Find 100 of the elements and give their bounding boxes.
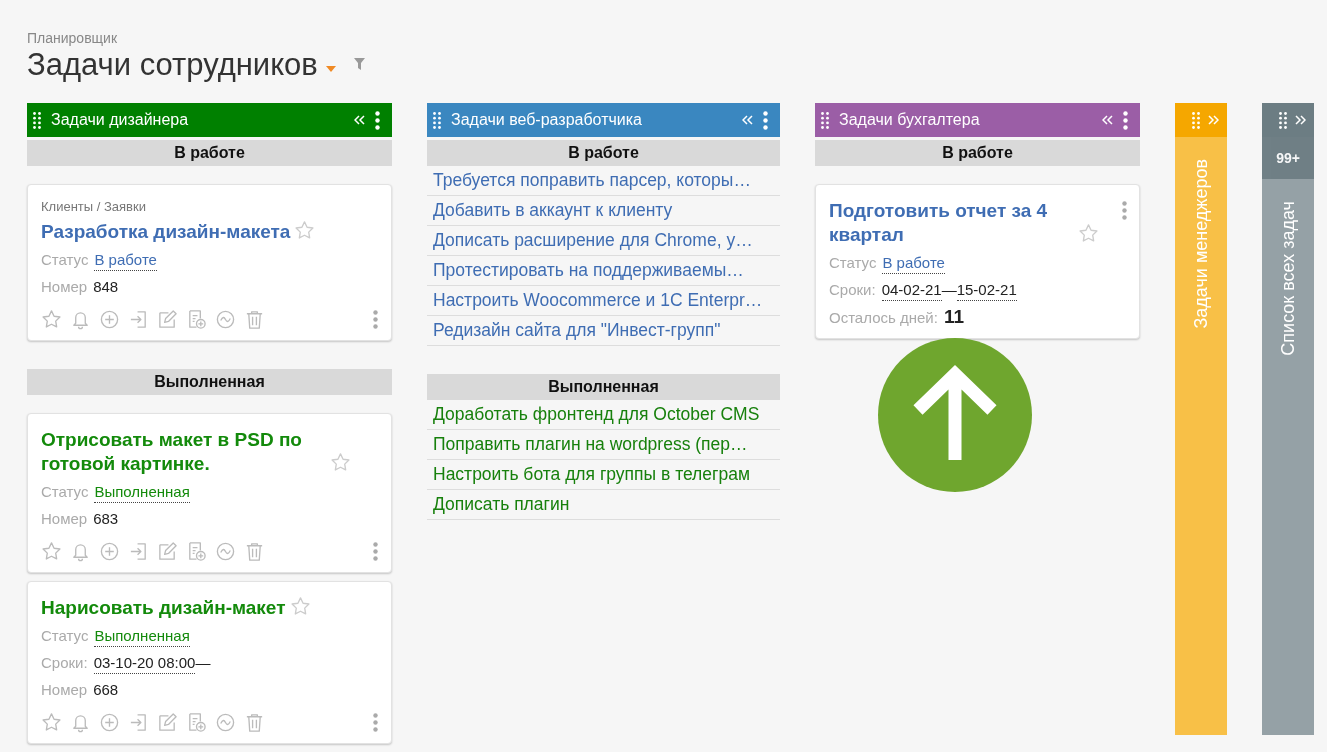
breadcrumb-text: Клиенты / Заявки bbox=[41, 199, 147, 214]
column-title: Список всех задач bbox=[1277, 201, 1299, 356]
page-title: Задачи сотрудников bbox=[27, 47, 318, 83]
task-card[interactable]: Отрисовать макет в PSD по готовой картинке. Статус Выполненная Номер 683 bbox=[27, 413, 392, 573]
drag-handle-icon[interactable] bbox=[1279, 111, 1287, 129]
task-link[interactable]: Настроить Woocommerce и 1C Enterpr… bbox=[427, 286, 780, 316]
star-icon[interactable] bbox=[294, 220, 316, 241]
trash-icon[interactable] bbox=[244, 309, 265, 330]
date-separator: — bbox=[195, 653, 211, 673]
group-header: В работе bbox=[27, 140, 392, 166]
collapsed-column[interactable]: 99+ Список всех задач bbox=[1262, 137, 1314, 735]
field-label: Сроки: bbox=[41, 653, 88, 673]
document-plus-icon[interactable] bbox=[186, 712, 207, 733]
task-link[interactable]: Поправить плагин на wordpress (пер… bbox=[427, 430, 780, 460]
trash-icon[interactable] bbox=[244, 541, 265, 562]
add-icon[interactable] bbox=[99, 309, 120, 330]
field-label: Номер bbox=[41, 680, 88, 700]
expand-icon[interactable] bbox=[1208, 115, 1219, 125]
add-icon[interactable] bbox=[99, 712, 120, 733]
star-icon[interactable] bbox=[41, 541, 62, 562]
document-plus-icon[interactable] bbox=[186, 541, 207, 562]
field-label: Номер bbox=[41, 277, 88, 297]
drag-handle-icon[interactable] bbox=[821, 111, 829, 129]
more-icon[interactable] bbox=[373, 713, 378, 732]
status-link[interactable]: Выполненная bbox=[94, 482, 190, 503]
task-link[interactable]: Добавить в аккаунт к клиенту bbox=[427, 196, 780, 226]
sign-in-icon[interactable] bbox=[128, 309, 149, 330]
task-card[interactable]: Нарисовать дизайн-макет Статус Выполненная Сроки: 03-10-20 08:00— Номер 668 bbox=[27, 581, 392, 744]
field-label: Статус bbox=[41, 482, 89, 502]
column-title: Задачи дизайнера bbox=[51, 111, 190, 129]
drag-handle-icon[interactable] bbox=[433, 111, 441, 129]
more-icon[interactable] bbox=[1123, 110, 1128, 130]
field-label: Осталось дней: bbox=[829, 308, 938, 328]
edit-icon[interactable] bbox=[157, 541, 178, 562]
add-icon[interactable] bbox=[99, 541, 120, 562]
more-icon[interactable] bbox=[375, 110, 380, 130]
task-title[interactable]: Подготовить отчет за 4 квартал bbox=[829, 199, 1074, 247]
bell-icon[interactable] bbox=[70, 712, 91, 733]
star-icon[interactable] bbox=[289, 596, 311, 617]
expand-icon[interactable] bbox=[1295, 115, 1306, 125]
bell-icon[interactable] bbox=[70, 309, 91, 330]
end-date[interactable]: 15-02-21 bbox=[956, 280, 1017, 301]
more-icon[interactable] bbox=[373, 542, 378, 561]
field-label: Статус bbox=[41, 250, 89, 270]
task-link[interactable]: Редизайн сайта для "Инвест-групп" bbox=[427, 316, 780, 346]
more-icon[interactable] bbox=[1122, 201, 1127, 220]
start-date[interactable]: 04-02-21 bbox=[881, 280, 942, 301]
star-icon[interactable] bbox=[41, 309, 62, 330]
status-link[interactable]: В работе bbox=[94, 250, 157, 271]
wave-circle-icon[interactable] bbox=[215, 712, 236, 733]
edit-icon[interactable] bbox=[157, 309, 178, 330]
status-link[interactable]: В работе bbox=[882, 253, 945, 274]
task-link[interactable]: Требуется поправить парсер, которы… bbox=[427, 166, 780, 196]
task-title[interactable]: Нарисовать дизайн-макет bbox=[41, 596, 286, 620]
collapse-icon[interactable] bbox=[354, 115, 365, 125]
field-label: Сроки: bbox=[829, 280, 876, 300]
task-card[interactable]: Подготовить отчет за 4 квартал Статус В работе Сроки: 04-02-21—15-02-21 Осталось дней: 11 bbox=[815, 184, 1140, 339]
more-icon[interactable] bbox=[373, 310, 378, 329]
field-label: Номер bbox=[41, 509, 88, 529]
filter-icon[interactable] bbox=[353, 58, 365, 70]
task-link[interactable]: Доработать фронтенд для October CMS bbox=[427, 400, 780, 430]
drag-handle-icon[interactable] bbox=[1192, 111, 1200, 129]
group-header: В работе bbox=[427, 140, 780, 166]
field-label: Статус bbox=[41, 626, 89, 646]
field-label: Статус bbox=[829, 253, 877, 273]
number-value: 683 bbox=[93, 509, 119, 529]
column-title: Задачи веб-разработчика bbox=[451, 111, 643, 129]
more-icon[interactable] bbox=[763, 110, 768, 130]
drag-handle-icon[interactable] bbox=[33, 111, 41, 129]
scroll-up-button[interactable] bbox=[878, 338, 1032, 492]
task-title[interactable]: Разработка дизайн-макета bbox=[41, 220, 291, 244]
status-link[interactable]: Выполненная bbox=[94, 626, 190, 647]
wave-circle-icon[interactable] bbox=[215, 309, 236, 330]
number-value: 668 bbox=[93, 680, 119, 700]
star-icon[interactable] bbox=[41, 712, 62, 733]
task-link[interactable]: Протестировать на поддерживаемы… bbox=[427, 256, 780, 286]
group-header: Выполненная bbox=[27, 369, 392, 395]
edit-icon[interactable] bbox=[157, 712, 178, 733]
count-badge: 99+ bbox=[1262, 137, 1314, 179]
wave-circle-icon[interactable] bbox=[215, 541, 236, 562]
task-link[interactable]: Настроить бота для группы в телеграм bbox=[427, 460, 780, 490]
date-separator: — bbox=[941, 280, 957, 300]
caret-icon[interactable] bbox=[325, 66, 336, 72]
sign-in-icon[interactable] bbox=[128, 541, 149, 562]
task-title[interactable]: Отрисовать макет в PSD по готовой картинке. bbox=[41, 428, 326, 476]
task-card[interactable]: Клиенты / Заявки Разработка дизайн-макета Статус В работе Номер 848 bbox=[27, 184, 392, 341]
star-icon[interactable] bbox=[1078, 223, 1099, 244]
days-left-value: 11 bbox=[943, 307, 964, 327]
trash-icon[interactable] bbox=[244, 712, 265, 733]
group-header: Выполненная bbox=[427, 374, 780, 400]
collapse-icon[interactable] bbox=[742, 115, 753, 125]
start-date[interactable]: 03-10-20 08:00 bbox=[93, 653, 196, 674]
task-link[interactable]: Дописать расширение для Chrome, у… bbox=[427, 226, 780, 256]
column-title: Задачи бухгалтера bbox=[839, 111, 981, 129]
sign-in-icon[interactable] bbox=[128, 712, 149, 733]
collapse-icon[interactable] bbox=[1102, 115, 1113, 125]
task-link[interactable]: Дописать плагин bbox=[427, 490, 780, 520]
star-icon[interactable] bbox=[330, 452, 351, 473]
bell-icon[interactable] bbox=[70, 541, 91, 562]
document-plus-icon[interactable] bbox=[186, 309, 207, 330]
